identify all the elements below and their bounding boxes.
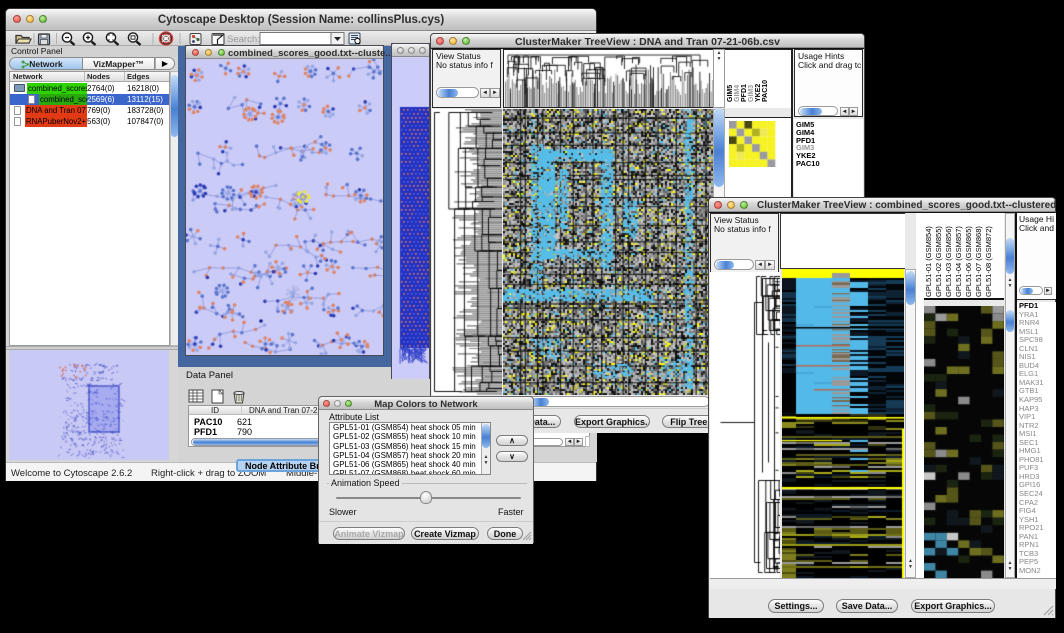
svg-text:Search:: Search: bbox=[227, 34, 260, 45]
